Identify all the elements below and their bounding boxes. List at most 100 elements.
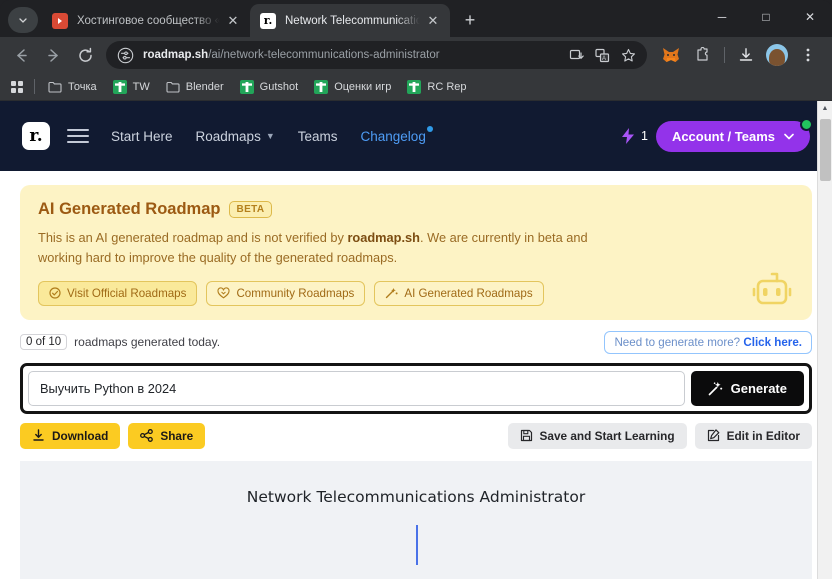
magic-wand-icon [708,381,723,396]
nav-link-changelog[interactable]: Changelog [360,125,433,144]
metamask-fox-icon[interactable] [658,42,684,68]
banner-title-row: AI Generated Roadmap BETA [38,200,794,219]
wand-sparkle-icon [385,287,398,299]
scroll-up-arrow-icon[interactable]: ▲ [818,101,832,116]
bookmark-item[interactable]: Оценки игр [307,77,398,97]
scrollbar-thumb[interactable] [820,119,831,181]
banner-buttons: Visit Official Roadmaps Community Roadma… [38,280,794,306]
extensions-puzzle-icon[interactable] [690,42,716,68]
roadmap-favicon: r. [260,12,276,29]
page-scrollbar[interactable]: ▲ ▼ [817,101,832,579]
tab-close-icon[interactable]: ✕ [224,12,242,30]
download-button[interactable]: Download [20,422,121,449]
close-window-button[interactable]: ✕ [788,0,832,33]
roadmap-topic-input[interactable] [28,370,685,406]
browser-tab-inactive[interactable]: Хостинговое сообщество «Tim ✕ [42,4,250,37]
generate-button[interactable]: Generate [690,370,804,406]
browser-window: Хостинговое сообщество «Tim ✕ r. Network… [0,0,832,579]
nav-link-teams[interactable]: Teams [298,129,338,144]
hamburger-icon[interactable] [67,129,89,143]
roadmap-actions-right: Save and Start Learning Edit in Editor [500,422,812,449]
nav-link-start-here[interactable]: Start Here [111,129,173,144]
green-table-icon [407,79,422,94]
share-icon [140,429,154,443]
nav-link-label: Roadmaps [195,128,261,144]
click-here-link: Click here. [743,335,802,349]
site-navbar: r. Start Here Roadmaps ▼ Teams Changelog [0,101,832,171]
bookmark-item[interactable]: RC Rep [400,77,473,97]
svg-text:A: A [602,56,606,62]
page-viewport: r. Start Here Roadmaps ▼ Teams Changelog [0,101,832,579]
bookmark-star-icon[interactable] [616,43,640,67]
save-and-start-learning-button[interactable]: Save and Start Learning [507,422,687,449]
banner-button-label: Visit Official Roadmaps [67,286,187,300]
chevron-down-icon [18,15,28,25]
downloads-icon[interactable] [733,42,759,68]
roadmap-logo[interactable]: r. [22,122,50,150]
profile-avatar[interactable] [766,44,788,66]
prompt-input-row: Generate [20,362,812,414]
need-to-generate-more-link[interactable]: Need to generate more? Click here. [604,330,812,354]
forward-icon[interactable] [40,42,66,68]
nav-link-label: Start Here [111,128,173,144]
browser-tab-active[interactable]: r. Network Telecommunications A ✕ [250,4,450,37]
browser-toolbar: roadmap.sh/ai/network-telecommunications… [0,37,832,73]
bookmark-item[interactable]: Точка [41,77,104,97]
tab-title: Network Telecommunications A [285,14,420,27]
banner-text-bold: roadmap.sh [347,230,420,245]
bookmark-item[interactable]: Gutshot [233,77,306,97]
share-button[interactable]: Share [128,422,206,449]
tune-icon[interactable] [116,46,134,64]
chrome-menu-icon[interactable] [795,42,821,68]
visit-official-roadmaps-button[interactable]: Visit Official Roadmaps [38,280,198,306]
address-bar[interactable]: roadmap.sh/ai/network-telecommunications… [106,41,647,69]
nav-link-label: Teams [297,128,338,144]
pencil-square-icon [707,429,720,442]
quota-text: roadmaps generated today. [74,335,221,350]
green-table-icon [239,79,254,94]
ai-generated-roadmaps-button[interactable]: AI Generated Roadmaps [374,280,544,306]
new-tab-button[interactable]: + [456,6,484,34]
chevron-down-icon [784,133,794,140]
nav-link-roadmaps[interactable]: Roadmaps ▼ [196,129,275,144]
save-icon [520,429,533,442]
new-badge-dot-icon [426,125,433,132]
minimize-button[interactable]: ─ [700,0,744,33]
back-icon[interactable] [8,42,34,68]
action-button-label: Edit in Editor [726,428,800,443]
quota-row: 0 of 10 roadmaps generated today. Need t… [20,330,812,354]
translate-icon[interactable]: A [590,43,614,67]
credits-indicator[interactable]: 1 [621,128,648,144]
folder-icon [48,80,62,94]
apps-grid-icon[interactable] [9,79,25,95]
community-roadmaps-button[interactable]: Community Roadmaps [206,280,366,306]
url-domain: roadmap.sh [143,49,209,61]
account-button-label: Account / Teams [671,128,775,144]
bookmark-item[interactable]: TW [106,77,157,97]
roadmap-canvas[interactable]: Network Telecommunications Administrator [20,460,812,579]
maximize-button[interactable]: □ [744,0,788,33]
url-path: /ai/network-telecommunications-administr… [208,49,440,61]
banner-text-part1: This is an AI generated roadmap and is n… [38,230,348,245]
tab-search-button[interactable] [8,7,38,33]
account-teams-button[interactable]: Account / Teams [655,117,813,152]
action-button-label: Save and Start Learning [539,428,675,443]
toolbar-divider [724,47,725,63]
green-table-icon [112,79,127,94]
folder-icon [166,80,180,94]
nav-link-label: Changelog [360,128,426,144]
bookmark-label: Точка [68,80,97,93]
bookmark-item[interactable]: Blender [159,77,231,97]
install-app-icon[interactable] [564,43,588,67]
window-controls: ─ □ ✕ [700,0,832,33]
heart-handshake-icon [217,287,230,299]
reload-icon[interactable] [72,42,98,68]
banner-description: This is an AI generated roadmap and is n… [38,228,598,268]
download-icon [32,429,45,442]
tab-close-icon[interactable]: ✕ [424,12,442,30]
url-text: roadmap.sh/ai/network-telecommunications… [143,49,563,61]
banner-button-label: AI Generated Roadmaps [404,286,533,300]
page-content: AI Generated Roadmap BETA This is an AI … [0,171,832,579]
quota-pill: 0 of 10 [20,334,68,351]
edit-in-editor-button[interactable]: Edit in Editor [694,422,812,449]
